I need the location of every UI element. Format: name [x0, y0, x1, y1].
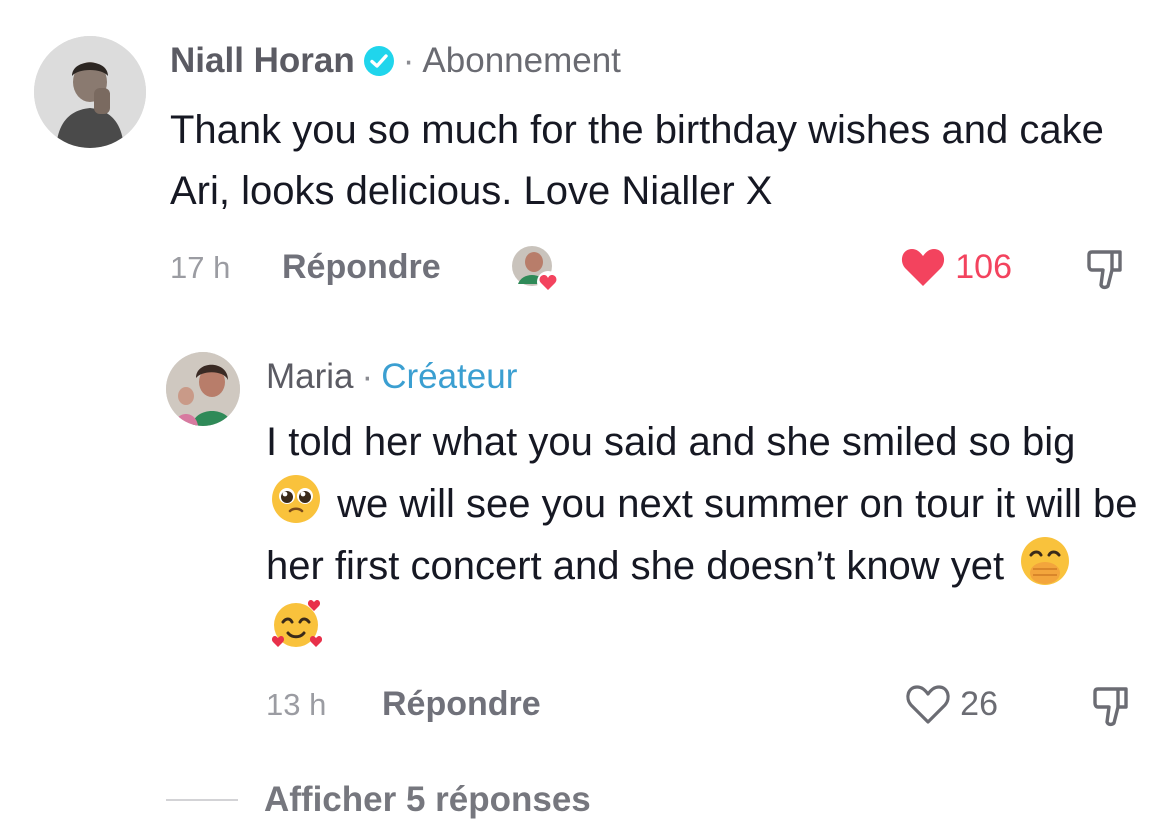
divider-line	[166, 799, 238, 801]
dislike-icon[interactable]	[1086, 248, 1126, 292]
avatar-photo-icon	[166, 352, 240, 426]
username[interactable]: Maria	[266, 352, 354, 402]
view-more-label: Afficher 5 réponses	[264, 780, 591, 819]
comment-text-part1: I told her what you said and she smiled …	[266, 420, 1076, 464]
username[interactable]: Niall Horan	[170, 36, 355, 86]
follow-label: Abonnement	[422, 41, 621, 80]
creator-badge: Créateur	[381, 357, 518, 396]
avatar[interactable]	[166, 352, 240, 426]
comment-text-part2: we will see you next summer on tour it w…	[266, 482, 1138, 588]
like-count: 106	[955, 247, 1012, 286]
comment-actions: 13 h Répondre 26	[266, 677, 1146, 737]
avatar[interactable]	[34, 36, 146, 148]
timestamp: 13 h	[266, 687, 327, 722]
dislike-icon[interactable]	[1092, 685, 1132, 729]
separator-dot: ·	[402, 41, 415, 80]
view-more-replies[interactable]: Afficher 5 réponses	[166, 780, 591, 820]
comment-text: I told her what you said and she smiled …	[266, 412, 1146, 659]
smiling-face-with-hearts-icon	[271, 600, 322, 647]
verified-badge-icon	[363, 46, 394, 76]
reply-button[interactable]: Répondre	[382, 685, 541, 724]
reply-button[interactable]: Répondre	[282, 248, 441, 287]
creator-liked-icon	[512, 246, 559, 293]
separator-dot: ·	[361, 357, 374, 396]
like-count: 26	[960, 684, 998, 723]
heart-filled-icon	[902, 249, 945, 286]
avatar-photo-icon	[34, 36, 146, 148]
face-with-hand-over-mouth-icon	[1021, 537, 1070, 585]
like-button[interactable]: 106	[899, 246, 1012, 288]
like-button[interactable]: 26	[904, 683, 998, 725]
pleading-face-icon	[272, 475, 320, 523]
heart-outline-icon	[906, 685, 950, 724]
comment-actions: 17 h Répondre 106	[170, 240, 1154, 300]
comment-text: Thank you so much for the birthday wishe…	[170, 108, 1104, 213]
timestamp: 17 h	[170, 250, 231, 285]
